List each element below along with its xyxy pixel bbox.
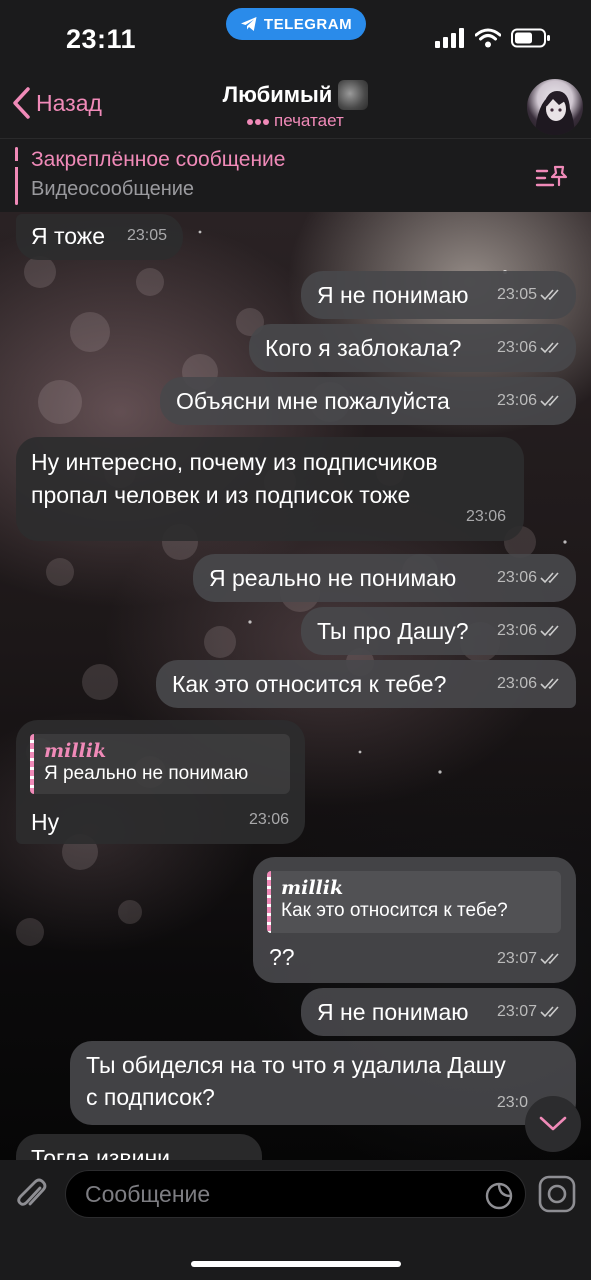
reply-text: Я реально не понимаю [44,763,249,784]
message-text: Я не понимаю [317,282,469,308]
chat-title: Любимый [222,82,333,107]
telegram-icon [240,17,257,31]
chat-header: Назад Любимый печатает [0,76,591,138]
scroll-down-button[interactable] [525,1096,581,1152]
clock: 23:11 [66,24,137,54]
message-time: 23:06 [496,392,537,409]
message-time: 23:06 [496,622,537,639]
message-text: Я не понимаю [317,999,469,1025]
read-checks-icon [540,341,559,353]
message-text-line-1: Ну интересно, почему из подписчиков [31,449,438,475]
reply-author: millik [44,740,107,762]
message-time: 23:07 [496,950,537,967]
read-checks-icon [540,952,559,964]
pinned-message-bar[interactable]: Закреплённое сообщение Видеосообщение [0,138,591,212]
message-time: 23:06 [496,675,537,692]
home-indicator [191,1261,401,1267]
read-checks-icon [540,288,559,300]
message-bubble-outgoing[interactable]: Как это относится к тебе? 23:06 [156,660,576,708]
message-time: 23:06 [465,508,506,525]
cat-emoji-icon [338,80,369,110]
read-checks-icon [540,394,559,406]
message-text-line-2: с подписок? [86,1084,215,1110]
read-checks-icon [540,677,559,689]
message-bubble-outgoing[interactable]: Ты обиделся на то что я удалила Дашу с п… [70,1041,576,1125]
message-bubble-outgoing[interactable]: Объясни мне пожалуйста 23:06 [160,377,576,425]
message-text-line-1: Ты обиделся на то что я удалила Дашу [86,1052,506,1078]
message-bubble-incoming-reply[interactable]: millik Я реально не понимаю Ну 23:06 [16,720,305,844]
avatar-image [535,91,575,135]
message-text: Ты про Дашу? [317,618,469,644]
wifi-icon [475,28,501,48]
read-checks-icon [540,571,559,583]
message-text: ?? [269,944,295,970]
message-input[interactable]: Сообщение [65,1170,526,1218]
message-time: 23:06 [496,569,537,586]
message-text: Объясни мне пожалуйста [176,388,450,414]
message-time: 23:05 [496,286,537,303]
chevron-down-icon [539,1116,567,1131]
message-text: Кого я заблокала? [265,335,462,361]
message-bubble-outgoing-reply[interactable]: millik Как это относится к тебе? ?? 23:0… [253,857,576,983]
message-text: Я реально не понимаю [209,565,457,591]
chat-status: печатает [0,111,591,131]
read-checks-icon [540,624,559,636]
message-time: 23:05 [126,227,167,244]
pinned-title: Закреплённое сообщение [31,148,286,171]
message-text: Я тоже [31,223,105,249]
chat-status-text: печатает [273,111,344,130]
signal-icon [435,28,464,48]
pinned-subtitle: Видеосообщение [31,178,195,200]
message-bubble-outgoing[interactable]: Кого я заблокала? 23:06 [249,324,576,372]
message-bubble-outgoing[interactable]: Я не понимаю 23:07 [301,988,576,1036]
message-time: 23:06 [248,811,289,828]
typing-dots-icon [247,119,270,125]
message-bubble-outgoing[interactable]: Я реально не понимаю 23:06 [193,554,576,602]
read-checks-icon [540,1005,559,1017]
avatar[interactable] [527,79,583,135]
status-bar: 23:11 TELEGRAM [0,0,591,76]
message-time: 23:0 [496,1094,528,1111]
telegram-pill[interactable]: TELEGRAM [226,8,366,40]
reply-text: Как это относится к тебе? [281,900,508,921]
battery-icon [511,28,550,48]
app-pill-label: TELEGRAM [263,15,353,33]
pinned-indicator [15,147,18,205]
message-time: 23:07 [496,1003,537,1020]
chat-title-area[interactable]: Любимый печатает [0,76,591,131]
message-bubble-outgoing[interactable]: Я не понимаю 23:05 [301,271,576,319]
message-bubble-incoming[interactable]: Ну интересно, почему из подписчиков проп… [16,437,524,541]
pin-list-icon[interactable] [535,163,569,191]
message-text: Как это относится к тебе? [172,671,447,697]
sticker-icon[interactable] [484,1181,514,1211]
message-time: 23:06 [496,339,537,356]
message-text-line-2: пропал человек и из подписок тоже [31,482,411,508]
message-bubble-incoming[interactable]: Я тоже 23:05 [16,214,183,260]
message-input-placeholder: Сообщение [85,1181,211,1207]
reply-preview[interactable]: millik Как это относится к тебе? [267,871,561,933]
message-text: Ну [31,809,60,835]
message-bubble-outgoing[interactable]: Ты про Дашу? 23:06 [301,607,576,655]
reply-author: millik [281,877,344,899]
reply-preview[interactable]: millik Я реально не понимаю [30,734,290,794]
camera-icon[interactable] [538,1175,576,1213]
status-icons [435,28,551,48]
paperclip-icon[interactable] [14,1174,50,1214]
